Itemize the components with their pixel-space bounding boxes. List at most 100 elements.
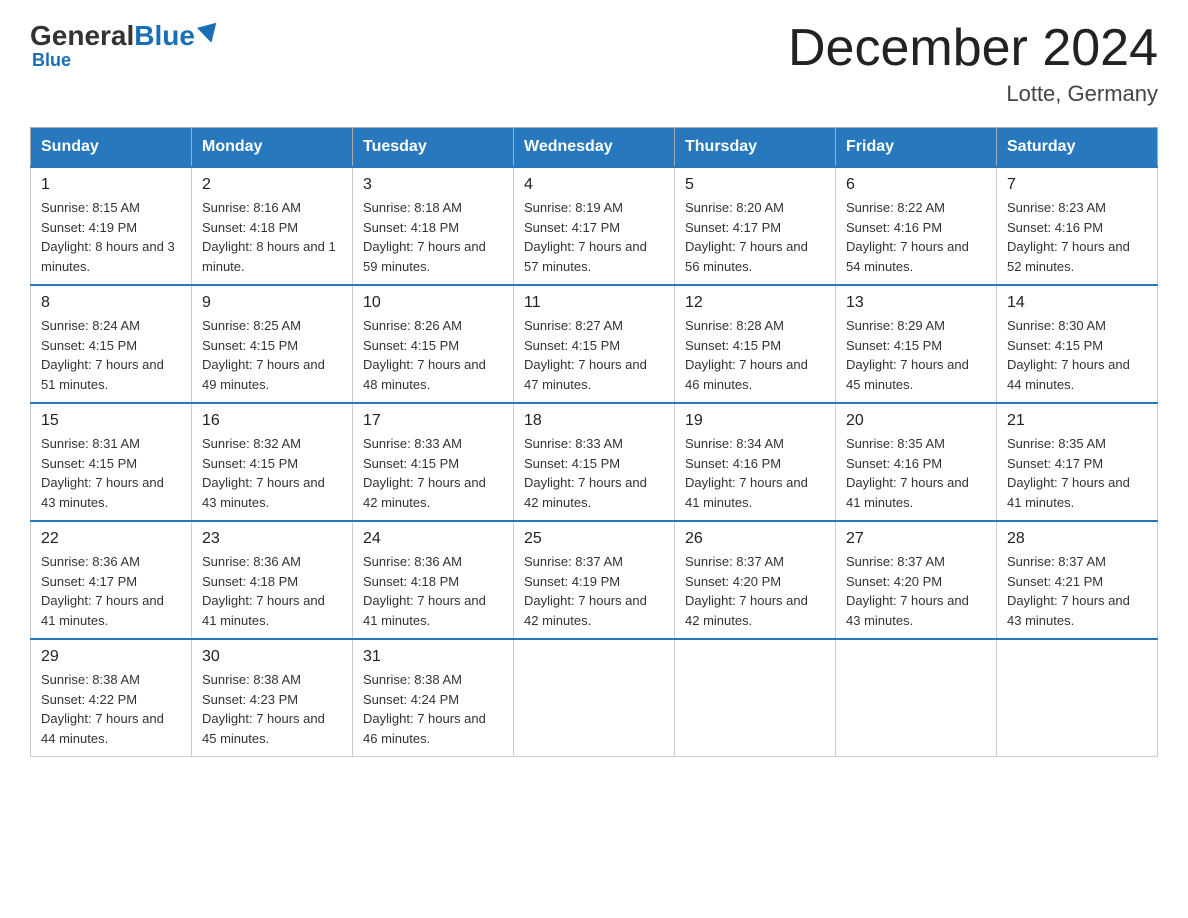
calendar-cell: 23 Sunrise: 8:36 AM Sunset: 4:18 PM Dayl… [192,521,353,639]
col-wednesday: Wednesday [514,128,675,168]
logo-subtitle: Blue [32,50,71,71]
week-row-1: 1 Sunrise: 8:15 AM Sunset: 4:19 PM Dayli… [31,167,1158,285]
day-number: 7 [1007,176,1147,194]
calendar-cell: 11 Sunrise: 8:27 AM Sunset: 4:15 PM Dayl… [514,285,675,403]
day-number: 2 [202,176,342,194]
day-info: Sunrise: 8:35 AM Sunset: 4:17 PM Dayligh… [1007,434,1147,512]
day-number: 8 [41,294,181,312]
day-info: Sunrise: 8:36 AM Sunset: 4:18 PM Dayligh… [363,552,503,630]
day-info: Sunrise: 8:22 AM Sunset: 4:16 PM Dayligh… [846,198,986,276]
day-info: Sunrise: 8:31 AM Sunset: 4:15 PM Dayligh… [41,434,181,512]
day-info: Sunrise: 8:15 AM Sunset: 4:19 PM Dayligh… [41,198,181,276]
calendar-cell: 25 Sunrise: 8:37 AM Sunset: 4:19 PM Dayl… [514,521,675,639]
col-saturday: Saturday [997,128,1158,168]
calendar-cell: 8 Sunrise: 8:24 AM Sunset: 4:15 PM Dayli… [31,285,192,403]
day-number: 13 [846,294,986,312]
calendar-cell: 6 Sunrise: 8:22 AM Sunset: 4:16 PM Dayli… [836,167,997,285]
day-number: 1 [41,176,181,194]
day-number: 12 [685,294,825,312]
calendar-cell: 22 Sunrise: 8:36 AM Sunset: 4:17 PM Dayl… [31,521,192,639]
day-number: 11 [524,294,664,312]
day-info: Sunrise: 8:16 AM Sunset: 4:18 PM Dayligh… [202,198,342,276]
day-info: Sunrise: 8:30 AM Sunset: 4:15 PM Dayligh… [1007,316,1147,394]
day-info: Sunrise: 8:35 AM Sunset: 4:16 PM Dayligh… [846,434,986,512]
day-number: 21 [1007,412,1147,430]
calendar-header-row: Sunday Monday Tuesday Wednesday Thursday… [31,128,1158,168]
day-number: 3 [363,176,503,194]
col-tuesday: Tuesday [353,128,514,168]
calendar-cell: 7 Sunrise: 8:23 AM Sunset: 4:16 PM Dayli… [997,167,1158,285]
day-number: 9 [202,294,342,312]
calendar-cell: 31 Sunrise: 8:38 AM Sunset: 4:24 PM Dayl… [353,639,514,757]
week-row-4: 22 Sunrise: 8:36 AM Sunset: 4:17 PM Dayl… [31,521,1158,639]
calendar-cell [675,639,836,757]
calendar-cell: 10 Sunrise: 8:26 AM Sunset: 4:15 PM Dayl… [353,285,514,403]
week-row-5: 29 Sunrise: 8:38 AM Sunset: 4:22 PM Dayl… [31,639,1158,757]
calendar-cell: 9 Sunrise: 8:25 AM Sunset: 4:15 PM Dayli… [192,285,353,403]
calendar-cell: 13 Sunrise: 8:29 AM Sunset: 4:15 PM Dayl… [836,285,997,403]
calendar-cell: 20 Sunrise: 8:35 AM Sunset: 4:16 PM Dayl… [836,403,997,521]
day-number: 31 [363,648,503,666]
day-number: 18 [524,412,664,430]
day-info: Sunrise: 8:37 AM Sunset: 4:21 PM Dayligh… [1007,552,1147,630]
day-info: Sunrise: 8:23 AM Sunset: 4:16 PM Dayligh… [1007,198,1147,276]
day-info: Sunrise: 8:29 AM Sunset: 4:15 PM Dayligh… [846,316,986,394]
day-info: Sunrise: 8:28 AM Sunset: 4:15 PM Dayligh… [685,316,825,394]
day-info: Sunrise: 8:33 AM Sunset: 4:15 PM Dayligh… [524,434,664,512]
calendar-cell: 28 Sunrise: 8:37 AM Sunset: 4:21 PM Dayl… [997,521,1158,639]
day-number: 6 [846,176,986,194]
month-title: December 2024 [788,20,1158,77]
calendar-table: Sunday Monday Tuesday Wednesday Thursday… [30,127,1158,757]
calendar-cell: 12 Sunrise: 8:28 AM Sunset: 4:15 PM Dayl… [675,285,836,403]
day-info: Sunrise: 8:36 AM Sunset: 4:17 PM Dayligh… [41,552,181,630]
calendar-cell: 14 Sunrise: 8:30 AM Sunset: 4:15 PM Dayl… [997,285,1158,403]
col-thursday: Thursday [675,128,836,168]
calendar-cell: 21 Sunrise: 8:35 AM Sunset: 4:17 PM Dayl… [997,403,1158,521]
calendar-cell: 16 Sunrise: 8:32 AM Sunset: 4:15 PM Dayl… [192,403,353,521]
day-number: 25 [524,530,664,548]
day-info: Sunrise: 8:20 AM Sunset: 4:17 PM Dayligh… [685,198,825,276]
day-info: Sunrise: 8:38 AM Sunset: 4:23 PM Dayligh… [202,670,342,748]
day-number: 16 [202,412,342,430]
day-number: 17 [363,412,503,430]
day-number: 14 [1007,294,1147,312]
day-info: Sunrise: 8:24 AM Sunset: 4:15 PM Dayligh… [41,316,181,394]
calendar-cell: 17 Sunrise: 8:33 AM Sunset: 4:15 PM Dayl… [353,403,514,521]
calendar-cell [836,639,997,757]
day-info: Sunrise: 8:38 AM Sunset: 4:22 PM Dayligh… [41,670,181,748]
logo-triangle-icon [197,23,221,46]
day-info: Sunrise: 8:37 AM Sunset: 4:20 PM Dayligh… [685,552,825,630]
calendar-title-area: December 2024 Lotte, Germany [788,20,1158,107]
day-number: 23 [202,530,342,548]
calendar-cell: 15 Sunrise: 8:31 AM Sunset: 4:15 PM Dayl… [31,403,192,521]
day-number: 15 [41,412,181,430]
calendar-cell: 27 Sunrise: 8:37 AM Sunset: 4:20 PM Dayl… [836,521,997,639]
day-info: Sunrise: 8:36 AM Sunset: 4:18 PM Dayligh… [202,552,342,630]
location-title: Lotte, Germany [788,81,1158,107]
calendar-cell: 30 Sunrise: 8:38 AM Sunset: 4:23 PM Dayl… [192,639,353,757]
calendar-cell: 4 Sunrise: 8:19 AM Sunset: 4:17 PM Dayli… [514,167,675,285]
day-info: Sunrise: 8:25 AM Sunset: 4:15 PM Dayligh… [202,316,342,394]
calendar-cell: 5 Sunrise: 8:20 AM Sunset: 4:17 PM Dayli… [675,167,836,285]
col-monday: Monday [192,128,353,168]
logo-general-text: General [30,20,134,52]
col-sunday: Sunday [31,128,192,168]
week-row-2: 8 Sunrise: 8:24 AM Sunset: 4:15 PM Dayli… [31,285,1158,403]
day-info: Sunrise: 8:32 AM Sunset: 4:15 PM Dayligh… [202,434,342,512]
day-info: Sunrise: 8:19 AM Sunset: 4:17 PM Dayligh… [524,198,664,276]
calendar-cell: 29 Sunrise: 8:38 AM Sunset: 4:22 PM Dayl… [31,639,192,757]
calendar-cell: 19 Sunrise: 8:34 AM Sunset: 4:16 PM Dayl… [675,403,836,521]
week-row-3: 15 Sunrise: 8:31 AM Sunset: 4:15 PM Dayl… [31,403,1158,521]
calendar-cell [997,639,1158,757]
day-number: 28 [1007,530,1147,548]
day-number: 20 [846,412,986,430]
calendar-cell: 24 Sunrise: 8:36 AM Sunset: 4:18 PM Dayl… [353,521,514,639]
day-info: Sunrise: 8:38 AM Sunset: 4:24 PM Dayligh… [363,670,503,748]
calendar-cell: 18 Sunrise: 8:33 AM Sunset: 4:15 PM Dayl… [514,403,675,521]
page-header: General Blue Blue December 2024 Lotte, G… [30,20,1158,107]
day-number: 30 [202,648,342,666]
logo-blue-text: Blue [134,20,195,52]
day-number: 22 [41,530,181,548]
day-info: Sunrise: 8:18 AM Sunset: 4:18 PM Dayligh… [363,198,503,276]
col-friday: Friday [836,128,997,168]
